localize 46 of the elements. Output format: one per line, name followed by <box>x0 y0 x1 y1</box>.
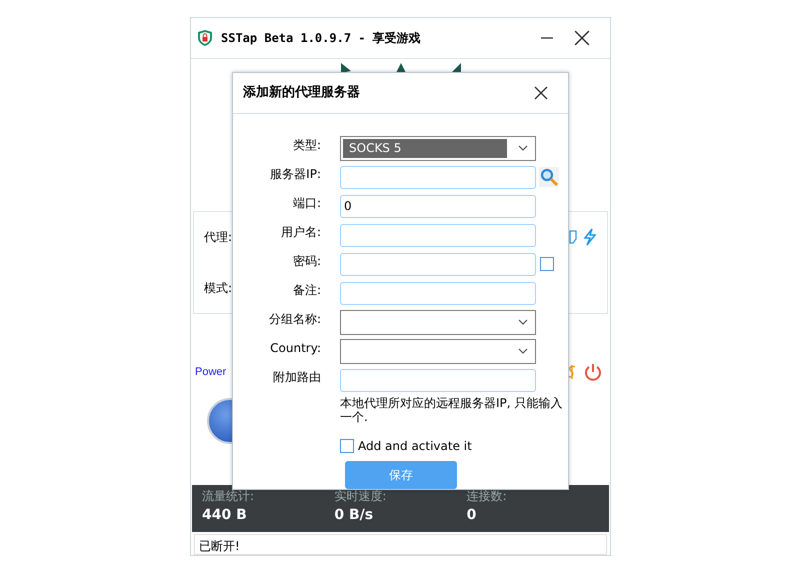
stat-label: 连接数: <box>466 488 508 505</box>
field-label: 类型: <box>292 137 322 154</box>
window-title: SSTap Beta 1.0.9.7 - 享受游戏 <box>221 30 422 47</box>
chevron-icon <box>518 145 528 151</box>
field-label: 密码: <box>292 253 322 270</box>
status-text: 已断开! <box>199 539 240 553</box>
dialog-title: 添加新的代理服务器 <box>243 84 360 102</box>
stat-value: 0 <box>466 506 478 525</box>
edit-icon[interactable] <box>569 228 579 246</box>
input-field[interactable] <box>340 368 536 392</box>
dropdown[interactable] <box>340 338 536 364</box>
checkbox-label: Add and activate it <box>358 438 472 455</box>
stat-value: 440 B <box>202 506 248 525</box>
field-label: 端口: <box>292 195 322 212</box>
field-label: 分组名称: <box>268 311 322 328</box>
input-field[interactable] <box>340 252 536 276</box>
stat-label: 实时速度: <box>334 488 388 505</box>
field-label: 用户名: <box>280 224 322 241</box>
field-label: 服务器IP: <box>269 166 322 183</box>
checkbox[interactable] <box>340 438 354 453</box>
field-label: Country: <box>269 340 322 357</box>
powered-by-link[interactable]: Power <box>195 364 226 380</box>
proxy-label: 代理: <box>204 229 232 246</box>
power-icon[interactable] <box>584 363 602 381</box>
shield-icon <box>197 29 213 47</box>
checkbox[interactable] <box>540 257 554 271</box>
input-field[interactable] <box>340 166 536 188</box>
input-field[interactable] <box>340 224 536 246</box>
minimize-icon <box>540 37 554 40</box>
close-icon <box>574 30 590 46</box>
coin-icon[interactable] <box>568 363 576 381</box>
dropdown[interactable]: SOCKS 5 <box>340 136 536 160</box>
input-field[interactable]: 0 <box>340 194 536 218</box>
input-field[interactable] <box>340 282 536 304</box>
search-icon[interactable] <box>539 167 559 187</box>
close-icon <box>534 86 548 100</box>
chevron-icon <box>518 348 528 354</box>
dropdown[interactable] <box>340 310 536 334</box>
lightning-icon[interactable] <box>583 228 597 246</box>
stat-label: 流量统计: <box>202 488 256 505</box>
field-label: 备注: <box>292 282 322 299</box>
stat-value: 0 B/s <box>334 506 374 525</box>
mode-label: 模式: <box>204 280 232 297</box>
hint-text: 本地代理所对应的远程服务器IP, 只能输入一个. <box>340 396 564 425</box>
chevron-icon <box>518 319 528 325</box>
field-label: 附加路由 <box>272 369 322 386</box>
